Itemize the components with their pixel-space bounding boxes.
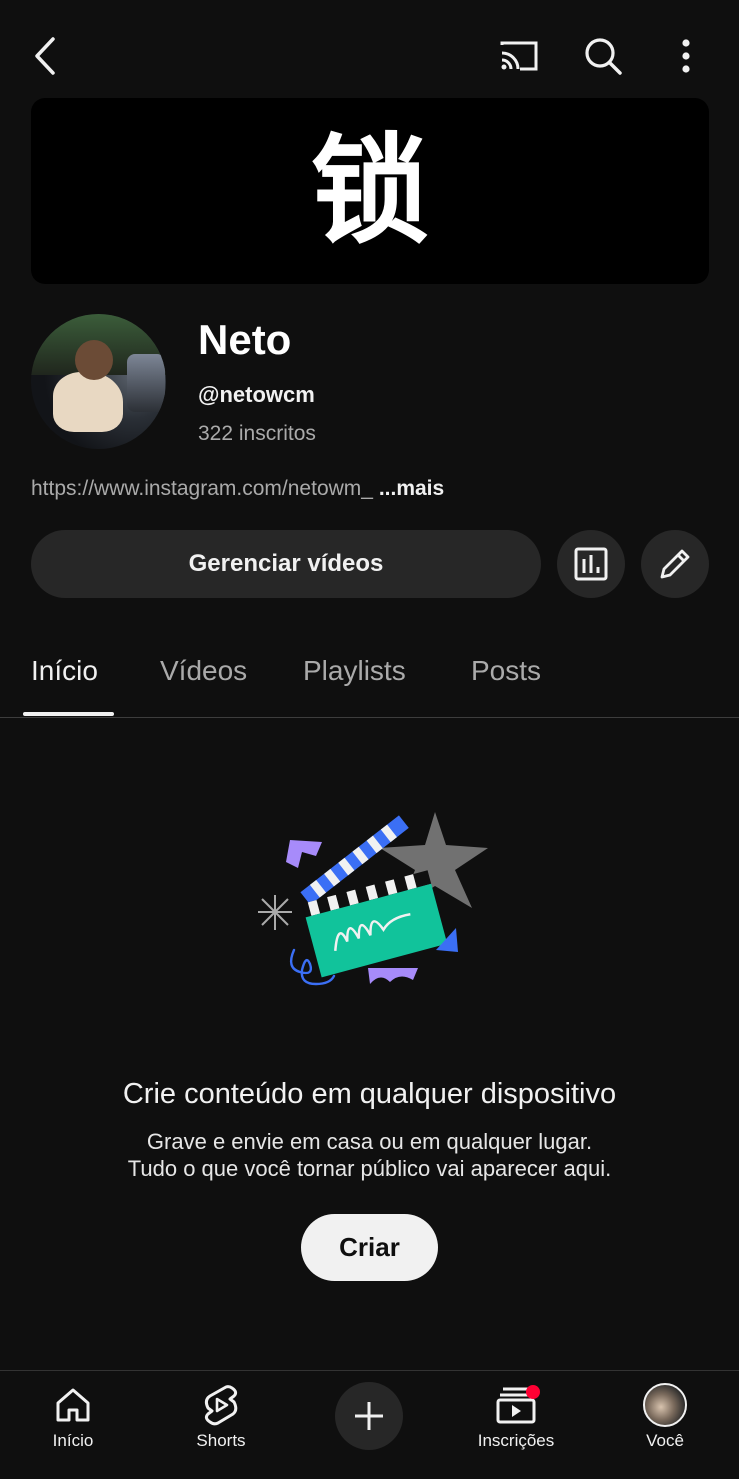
nav-create-button[interactable] [335,1382,403,1450]
channel-name: Neto [198,316,292,363]
analytics-button[interactable] [557,530,625,598]
edit-channel-button[interactable] [641,530,709,598]
empty-state-title: Crie conteúdo em qualquer dispositivo [122,1078,617,1110]
plus-icon [355,1402,383,1430]
search-button[interactable] [578,32,628,80]
channel-banner[interactable]: 锁 [31,98,709,284]
tab-playlists[interactable]: Playlists [303,655,406,687]
edit-pencil-icon [660,549,690,579]
subscriber-count: 322 inscritos [198,422,316,445]
empty-state-description-line-1: Grave e envie em casa ou em qualquer lug… [146,1129,593,1154]
banner-text: 锁 [310,122,429,260]
selected-tab-indicator [23,712,114,716]
chevron-left-icon [35,37,55,75]
search-icon [585,38,622,75]
nav-item-subscriptions[interactable]: Inscrições [461,1381,571,1451]
nav-label-you: Você [646,1431,684,1450]
empty-state-description-line-2: Tudo o que você tornar público vai apare… [127,1156,612,1181]
tab-inicio[interactable]: Início [31,655,98,687]
nav-item-you[interactable]: Você [610,1381,720,1451]
nav-item-shorts[interactable]: Shorts [166,1381,276,1451]
tab-videos[interactable]: Vídeos [160,655,247,687]
channel-link[interactable]: https://www.instagram.com/netowm_ [31,477,373,500]
home-icon [56,1388,90,1422]
notification-dot [526,1385,540,1399]
tab-posts[interactable]: Posts [471,655,541,687]
tabs-divider [0,717,739,718]
clapperboard-illustration [258,812,488,986]
nav-label-subscriptions: Inscrições [477,1431,555,1450]
create-button[interactable]: Criar [301,1214,438,1281]
back-button[interactable] [22,32,70,80]
more-vert-icon [682,39,690,73]
cast-icon [500,41,538,71]
analytics-icon [574,547,608,581]
channel-avatar[interactable] [31,314,166,449]
more-link[interactable]: ...mais [379,477,444,500]
nav-item-home[interactable]: Início [18,1381,128,1451]
channel-description[interactable]: https://www.instagram.com/netowm_ ...mai… [31,477,444,501]
nav-label-home: Início [52,1431,94,1450]
more-options-button[interactable] [662,32,710,80]
channel-handle: @netowcm [198,382,315,407]
profile-avatar [643,1383,687,1427]
manage-videos-button[interactable]: Gerenciar vídeos [31,530,541,598]
cast-button[interactable] [494,32,544,80]
shorts-icon [204,1385,238,1426]
nav-label-shorts: Shorts [196,1431,246,1450]
